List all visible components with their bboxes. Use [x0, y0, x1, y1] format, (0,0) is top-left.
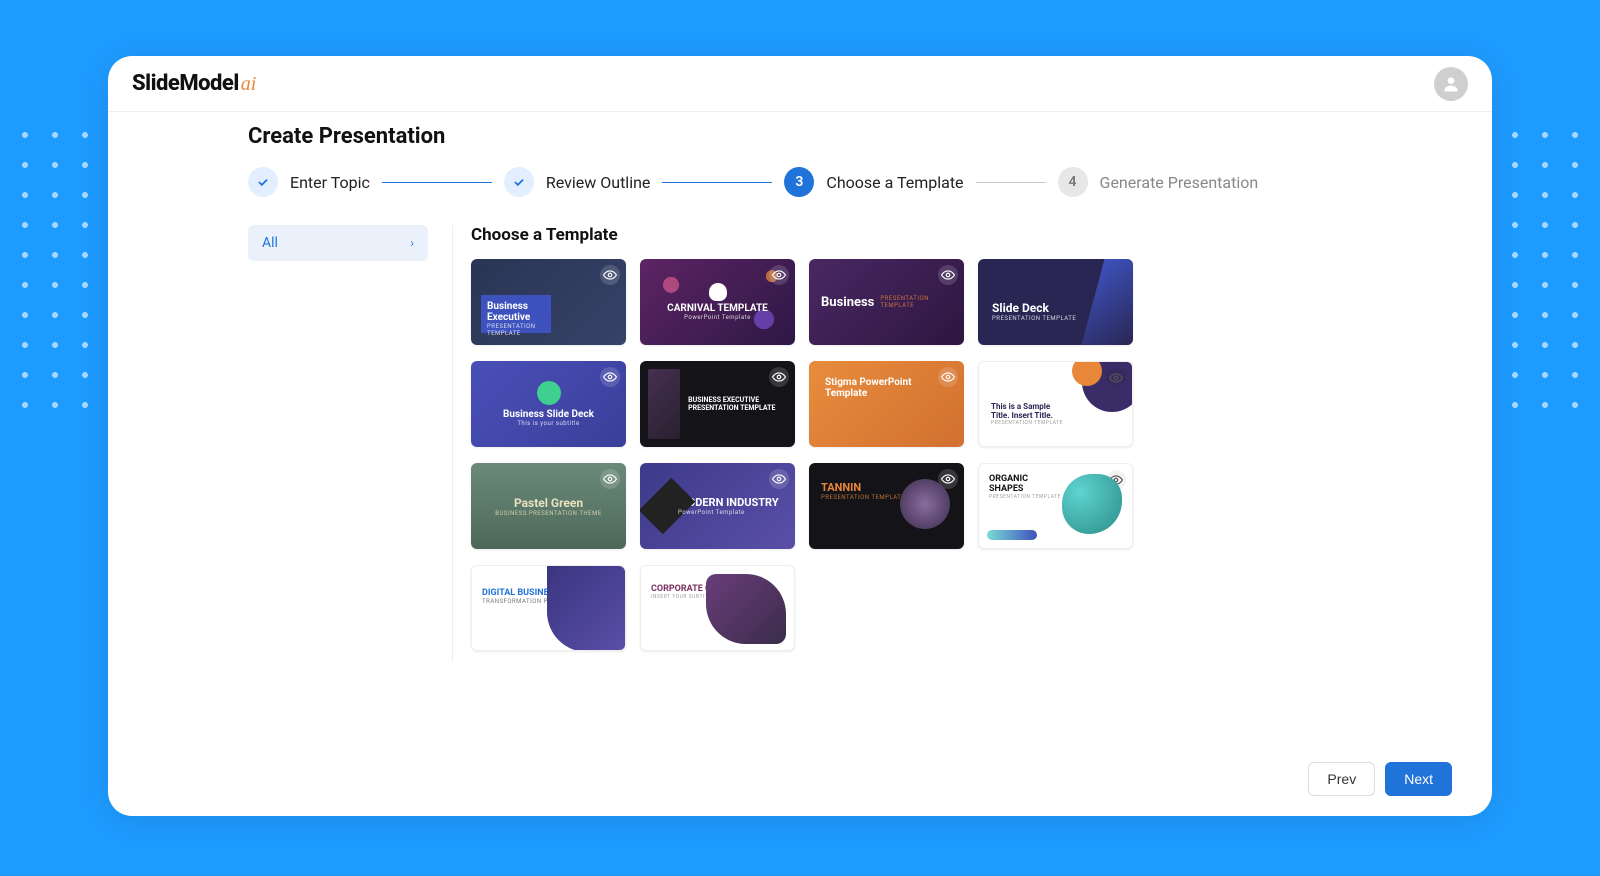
eye-icon[interactable]: [600, 265, 620, 285]
template-subtitle: PowerPoint Template: [684, 314, 751, 321]
category-sidebar: All ›: [248, 225, 428, 661]
template-subtitle: TRANSFORMATION PROPOSAL: [482, 598, 615, 605]
circle-icon: [537, 381, 561, 405]
chevron-right-icon: ›: [410, 236, 414, 250]
step-connector: [382, 182, 492, 183]
step-number-badge: 4: [1058, 167, 1088, 197]
template-card-tannin[interactable]: TANNIN PRESENTATION TEMPLATE: [809, 463, 964, 549]
template-card-business-exec-presentation[interactable]: BUSINESS EXECUTIVE PRESENTATION TEMPLATE: [640, 361, 795, 447]
mask-icon: [709, 283, 727, 301]
template-card-carnival[interactable]: CARNIVAL TEMPLATE PowerPoint Template: [640, 259, 795, 345]
template-title: Slide Deck: [992, 301, 1119, 315]
step-review-outline[interactable]: Review Outline: [504, 167, 651, 197]
filter-all[interactable]: All ›: [248, 225, 428, 261]
template-subtitle: PRESENTATION TEMPLATE: [487, 323, 545, 337]
template-subtitle: PRESENTATION TEMPLATE: [821, 494, 952, 501]
app-header: SlideModel ai: [108, 56, 1492, 112]
next-button[interactable]: Next: [1385, 762, 1452, 796]
eye-icon[interactable]: [1107, 265, 1127, 285]
eye-icon[interactable]: [938, 469, 958, 489]
template-title: Business Slide Deck: [503, 409, 594, 420]
stepper: Enter Topic Review Outline 3 Choose a Te…: [248, 167, 1452, 225]
step-generate-presentation: 4 Generate Presentation: [1058, 167, 1259, 197]
template-title: This is a Sample Title. Insert Title.: [991, 402, 1061, 420]
template-card-modern-industry[interactable]: MODERN INDUSTRY PowerPoint Template: [640, 463, 795, 549]
template-subtitle: This is your subtitle: [517, 420, 579, 427]
photo-placeholder: [648, 369, 680, 439]
user-avatar-button[interactable]: [1434, 67, 1468, 101]
template-card-digital-business[interactable]: DIGITAL BUSINESS TRANSFORMATION PROPOSAL: [471, 565, 626, 651]
template-grid: Business Executive PRESENTATION TEMPLATE…: [471, 259, 1452, 651]
template-card-slide-deck[interactable]: Slide Deck PRESENTATION TEMPLATE: [978, 259, 1133, 345]
section-title: Choose a Template: [471, 225, 1452, 245]
template-card-pastel-green[interactable]: Pastel Green BUSINESS PRESENTATION THEME: [471, 463, 626, 549]
eye-icon[interactable]: [600, 367, 620, 387]
template-title: ORGANIC SHAPES: [989, 474, 1049, 494]
eye-icon[interactable]: [769, 367, 789, 387]
template-subtitle: PowerPoint Template: [678, 509, 779, 516]
template-card-business[interactable]: Business PRESENTATION TEMPLATE: [809, 259, 964, 345]
template-card-organic-shapes[interactable]: ORGANIC SHAPES PRESENTATION TEMPLATE: [978, 463, 1133, 549]
step-number-badge: 3: [784, 167, 814, 197]
app-window: SlideModel ai Create Presentation Enter …: [108, 56, 1492, 816]
content-row: All › Choose a Template Business Executi…: [248, 225, 1452, 661]
template-title: Business: [821, 295, 874, 310]
step-connector: [662, 182, 772, 183]
template-card-sample-title[interactable]: This is a Sample Title. Insert Title. PR…: [978, 361, 1133, 447]
step-connector: [976, 182, 1046, 183]
step-label: Generate Presentation: [1100, 173, 1259, 192]
user-icon: [1441, 74, 1461, 94]
step-label: Enter Topic: [290, 173, 370, 192]
eye-icon[interactable]: [769, 265, 789, 285]
check-icon: [248, 167, 278, 197]
step-choose-template[interactable]: 3 Choose a Template: [784, 167, 963, 197]
template-title: MODERN INDUSTRY: [678, 496, 779, 509]
template-subtitle: INSERT YOUR SUBTITLE HERE: [651, 594, 784, 600]
filter-label: All: [262, 235, 278, 251]
template-card-business-slide-deck[interactable]: Business Slide Deck This is your subtitl…: [471, 361, 626, 447]
template-card-stigma[interactable]: Stigma PowerPoint Template: [809, 361, 964, 447]
template-title: TANNIN: [821, 481, 952, 494]
footer: Prev Next: [108, 748, 1492, 816]
template-card-business-executive[interactable]: Business Executive PRESENTATION TEMPLATE: [471, 259, 626, 345]
template-title: BUSINESS EXECUTIVE PRESENTATION TEMPLATE: [688, 396, 787, 413]
eye-icon[interactable]: [938, 265, 958, 285]
step-label: Choose a Template: [826, 173, 963, 192]
template-subtitle: PRESENTATION TEMPLATE: [989, 494, 1122, 500]
template-subtitle: PRESENTATION TEMPLATE: [991, 420, 1120, 426]
page-title: Create Presentation: [248, 112, 1452, 167]
eye-icon[interactable]: [1106, 470, 1126, 490]
step-label: Review Outline: [546, 173, 651, 192]
app-body: Create Presentation Enter Topic Review O…: [108, 112, 1492, 816]
template-title: CORPORATE CULTURE: [651, 584, 784, 594]
templates-area: Choose a Template Business Executive PRE…: [452, 225, 1452, 661]
template-title: Stigma PowerPoint Template: [825, 377, 948, 399]
logo: SlideModel ai: [132, 71, 256, 96]
template-title: Business Executive: [487, 301, 545, 323]
template-card-corporate-culture[interactable]: CORPORATE CULTURE INSERT YOUR SUBTITLE H…: [640, 565, 795, 651]
template-subtitle: PRESENTATION TEMPLATE: [880, 295, 964, 309]
step-enter-topic[interactable]: Enter Topic: [248, 167, 370, 197]
template-subtitle: PRESENTATION TEMPLATE: [992, 315, 1119, 322]
template-title: Pastel Green: [514, 496, 583, 510]
logo-main: SlideModel: [132, 71, 239, 96]
eye-icon[interactable]: [938, 367, 958, 387]
prev-button[interactable]: Prev: [1308, 762, 1375, 796]
template-title: CARNIVAL TEMPLATE: [667, 303, 768, 314]
eye-icon[interactable]: [1106, 368, 1126, 388]
logo-sub: ai: [241, 73, 257, 96]
eye-icon[interactable]: [769, 469, 789, 489]
template-subtitle: BUSINESS PRESENTATION THEME: [495, 510, 601, 517]
eye-icon[interactable]: [600, 469, 620, 489]
check-icon: [504, 167, 534, 197]
template-title: DIGITAL BUSINESS: [482, 588, 615, 598]
